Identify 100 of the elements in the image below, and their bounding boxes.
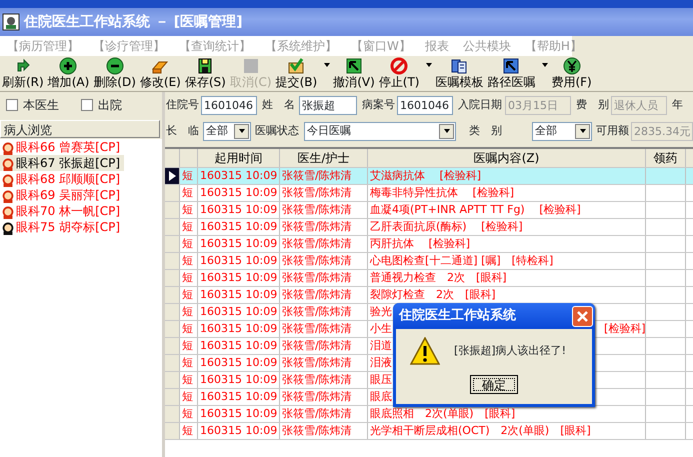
dialog-message: [张振超]病人该出径了! xyxy=(454,342,566,359)
toolbar-button[interactable]: 修改(E) xyxy=(138,57,183,89)
table-cell: 160315 10:09 xyxy=(198,253,280,269)
dropdown-caret-icon[interactable] xyxy=(541,61,550,69)
table-cell: 张筱雪/陈炜清 xyxy=(280,185,368,201)
patient-item[interactable]: 眼科67 张振超[CP] xyxy=(0,155,124,171)
table-cell: 光学相干断层成相(OCT) 2次(单眼) [眼科] xyxy=(370,424,591,437)
table-cell: 张筱雪/陈炜清 xyxy=(280,321,368,337)
dialog-title: 住院医生工作站系统 xyxy=(399,306,516,326)
field-label: 类 别 xyxy=(468,122,503,139)
table-cell: 泪道 xyxy=(370,339,392,352)
dropdown-caret-icon[interactable] xyxy=(323,61,332,69)
toolbar-button[interactable]: 保存(S) xyxy=(182,57,228,89)
table-cell: 张筱雪/陈炜清 xyxy=(280,270,368,286)
toolbar-button[interactable]: 停止(T) xyxy=(376,57,422,89)
app-icon xyxy=(2,13,20,31)
column-header[interactable]: 医嘱内容(Z) xyxy=(368,149,646,167)
toolbar-button[interactable]: 撤消(V) xyxy=(331,57,377,89)
table-cell: 张筱雪/陈炜清 xyxy=(280,423,368,439)
table-cell: 血凝4项(PT+INR APTT TT Fg) [检验科] xyxy=(370,203,581,216)
toolbar-button[interactable]: 提交(B) xyxy=(274,57,320,89)
patient-item[interactable]: 眼科66 曾赛英[CP] xyxy=(0,139,124,155)
table-cell: 160315 10:09 xyxy=(198,168,280,184)
table-cell: 张筱雪/陈炜清 xyxy=(280,287,368,303)
table-cell: 张筱雪/陈炜清 xyxy=(280,253,368,269)
blank-icon xyxy=(242,57,260,75)
checkbox[interactable] xyxy=(6,99,18,111)
column-header[interactable]: 起用时间 xyxy=(198,149,280,167)
table-cell: 普通视力检查 2次 [眼科] xyxy=(370,271,507,284)
toolbar-button[interactable]: 路径医嘱 xyxy=(485,57,538,89)
table-cell: 短 xyxy=(180,304,198,320)
table-cell: 160315 10:09 xyxy=(198,338,280,354)
text-field[interactable]: 1601046 xyxy=(397,96,453,114)
table-cell: 短 xyxy=(180,202,198,218)
checkbox[interactable] xyxy=(81,99,93,111)
table-cell: 短 xyxy=(180,389,198,405)
toolbar-button[interactable]: 医嘱模板 xyxy=(433,57,486,89)
patient-item[interactable]: 眼科69 吴丽萍[CP] xyxy=(0,187,124,203)
dropdown-caret-icon[interactable] xyxy=(578,127,586,135)
field-label: 长 临 xyxy=(165,122,200,139)
minus-icon xyxy=(106,57,124,75)
field-label: 年 xyxy=(671,96,684,113)
table-cell: 160315 10:09 xyxy=(198,287,280,303)
table-cell: 160315 10:09 xyxy=(198,406,280,422)
column-header[interactable]: 医生/护士 xyxy=(280,149,368,167)
table-cell: 160315 10:09 xyxy=(198,185,280,201)
table-cell: 160315 10:09 xyxy=(198,202,280,218)
table-cell: 短 xyxy=(180,423,198,439)
window-title: 住院医生工作站系统 － [医嘱管理] xyxy=(24,12,243,32)
dropdown-caret-icon[interactable] xyxy=(238,127,246,135)
toolbar-button[interactable]: 刷新(R) xyxy=(0,57,46,89)
table-cell: 短 xyxy=(180,406,198,422)
table-cell: 短 xyxy=(180,168,198,184)
text-field[interactable]: 1601046 xyxy=(201,96,257,114)
toolbar-button[interactable]: 删除(D) xyxy=(91,57,138,89)
table-cell: 160315 10:09 xyxy=(198,236,280,252)
envelope-check-icon xyxy=(287,57,306,75)
table-cell: 160315 10:09 xyxy=(198,321,280,337)
warning-icon xyxy=(410,337,440,365)
field-label: 姓 名 xyxy=(261,96,296,113)
dropdown[interactable]: 全部 xyxy=(532,122,592,140)
field-label: 病案号 xyxy=(361,96,396,113)
table-cell: 160315 10:09 xyxy=(198,304,280,320)
field-label: 费 别 xyxy=(575,96,610,113)
table-cell: 眼底 xyxy=(370,390,392,403)
dropdown[interactable]: 今日医嘱 xyxy=(304,122,456,140)
toolbar-button[interactable]: 费用(F) xyxy=(549,57,594,89)
documents-icon xyxy=(450,57,468,75)
table-cell: 梅毒非特异性抗体 [检验科] xyxy=(370,186,514,199)
table-cell: 小生 xyxy=(370,322,392,335)
dropdown-caret-icon[interactable] xyxy=(442,127,450,135)
dropdown-caret-icon[interactable] xyxy=(425,61,434,69)
table-cell: 丙肝抗体 [检验科] xyxy=(370,237,470,250)
text-field[interactable]: 张振超 xyxy=(299,96,357,114)
table-cell: 短 xyxy=(180,253,198,269)
patient-item[interactable]: 眼科68 邱顺顺[CP] xyxy=(0,171,124,187)
patient-item[interactable]: 眼科75 胡夺标[CP] xyxy=(0,219,124,235)
table-cell: 短 xyxy=(180,372,198,388)
table-cell: 160315 10:09 xyxy=(198,270,280,286)
table-cell: 张筱雪/陈炜清 xyxy=(280,202,368,218)
close-button[interactable] xyxy=(572,306,593,326)
ok-button[interactable]: 确定 xyxy=(470,375,518,394)
table-cell: 验光 xyxy=(370,305,392,318)
list-header: 病人浏览 xyxy=(0,120,160,138)
no-entry-icon xyxy=(390,57,408,75)
table-cell: 张筱雪/陈炜清 xyxy=(280,236,368,252)
row-indicator[interactable] xyxy=(165,168,180,184)
table-cell: 张筱雪/陈炜清 xyxy=(280,168,368,184)
dropdown[interactable]: 全部 xyxy=(203,122,251,140)
toolbar-button[interactable]: 增加(A) xyxy=(46,57,92,89)
table-cell: 短 xyxy=(180,355,198,371)
table-cell: 短 xyxy=(180,270,198,286)
field-label: 入院日期 xyxy=(457,96,503,113)
field-label: 住院号 xyxy=(165,96,200,113)
table-cell: 裂隙灯检查 2次 [眼科] xyxy=(370,288,496,301)
table-cell: 张筱雪/陈炜清 xyxy=(280,372,368,388)
table-cell: 短 xyxy=(180,287,198,303)
patient-item[interactable]: 眼科70 林一帆[CP] xyxy=(0,203,124,219)
close-icon xyxy=(576,310,589,322)
column-header[interactable]: 领药 xyxy=(646,149,686,167)
